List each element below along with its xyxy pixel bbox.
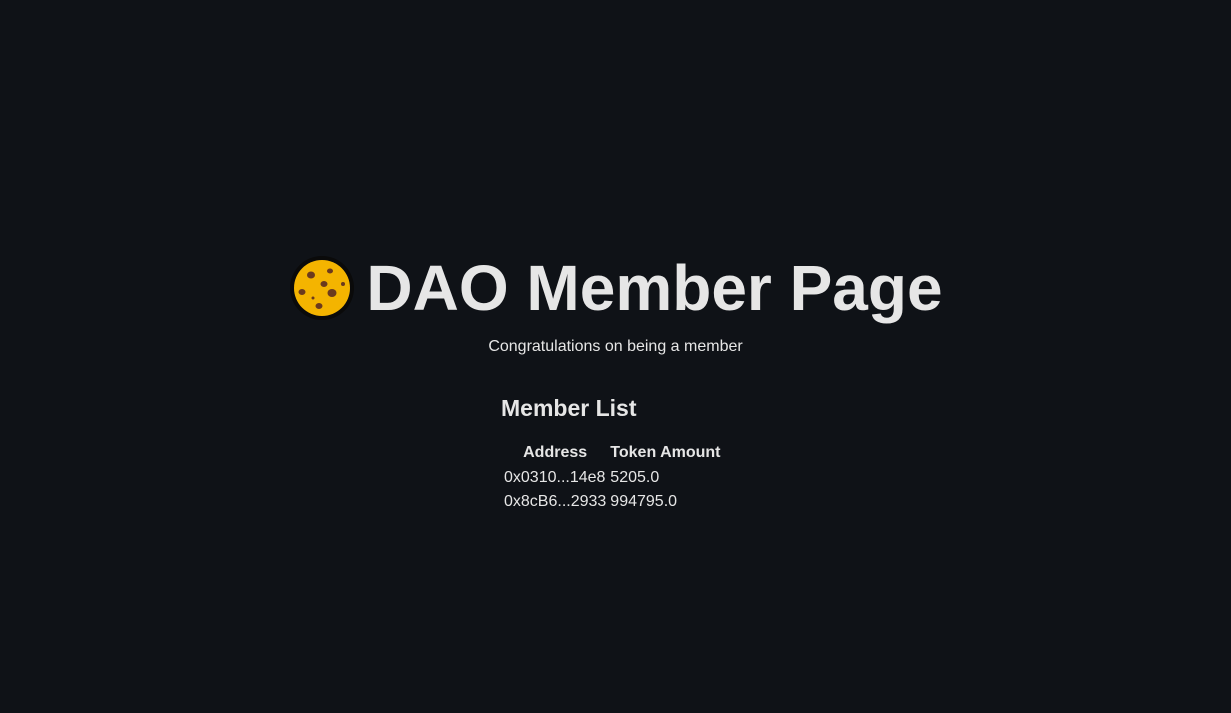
member-token-amount: 5205.0: [610, 469, 660, 486]
table-header-row: Address Token Amount: [502, 442, 723, 466]
page-subtitle: Congratulations on being a member: [488, 338, 743, 355]
member-table: Address Token Amount 0x0310...14e8 5205.…: [502, 442, 723, 514]
column-header-token-amount: Token Amount: [610, 444, 721, 461]
dao-member-page: DAO Member Page Congratulations on being…: [0, 0, 1231, 713]
member-list-section: Member List Address Token Amount 0x0310.…: [501, 395, 723, 514]
page-title-text: DAO Member Page: [366, 252, 943, 324]
table-row: 0x0310...14e8 5205.0: [502, 466, 723, 490]
title-row: DAO Member Page: [0, 250, 1231, 327]
table-row: 0x8cB6...2933 994795.0: [502, 490, 723, 514]
column-header-address: Address: [523, 444, 588, 461]
member-list-heading: Member List: [501, 395, 637, 421]
member-address: 0x0310...14e8: [504, 469, 606, 486]
member-address: 0x8cB6...2933: [504, 493, 607, 510]
page-title: DAO Member Page: [288, 250, 943, 326]
cookie-icon: [290, 256, 355, 320]
member-token-amount: 994795.0: [610, 493, 678, 510]
